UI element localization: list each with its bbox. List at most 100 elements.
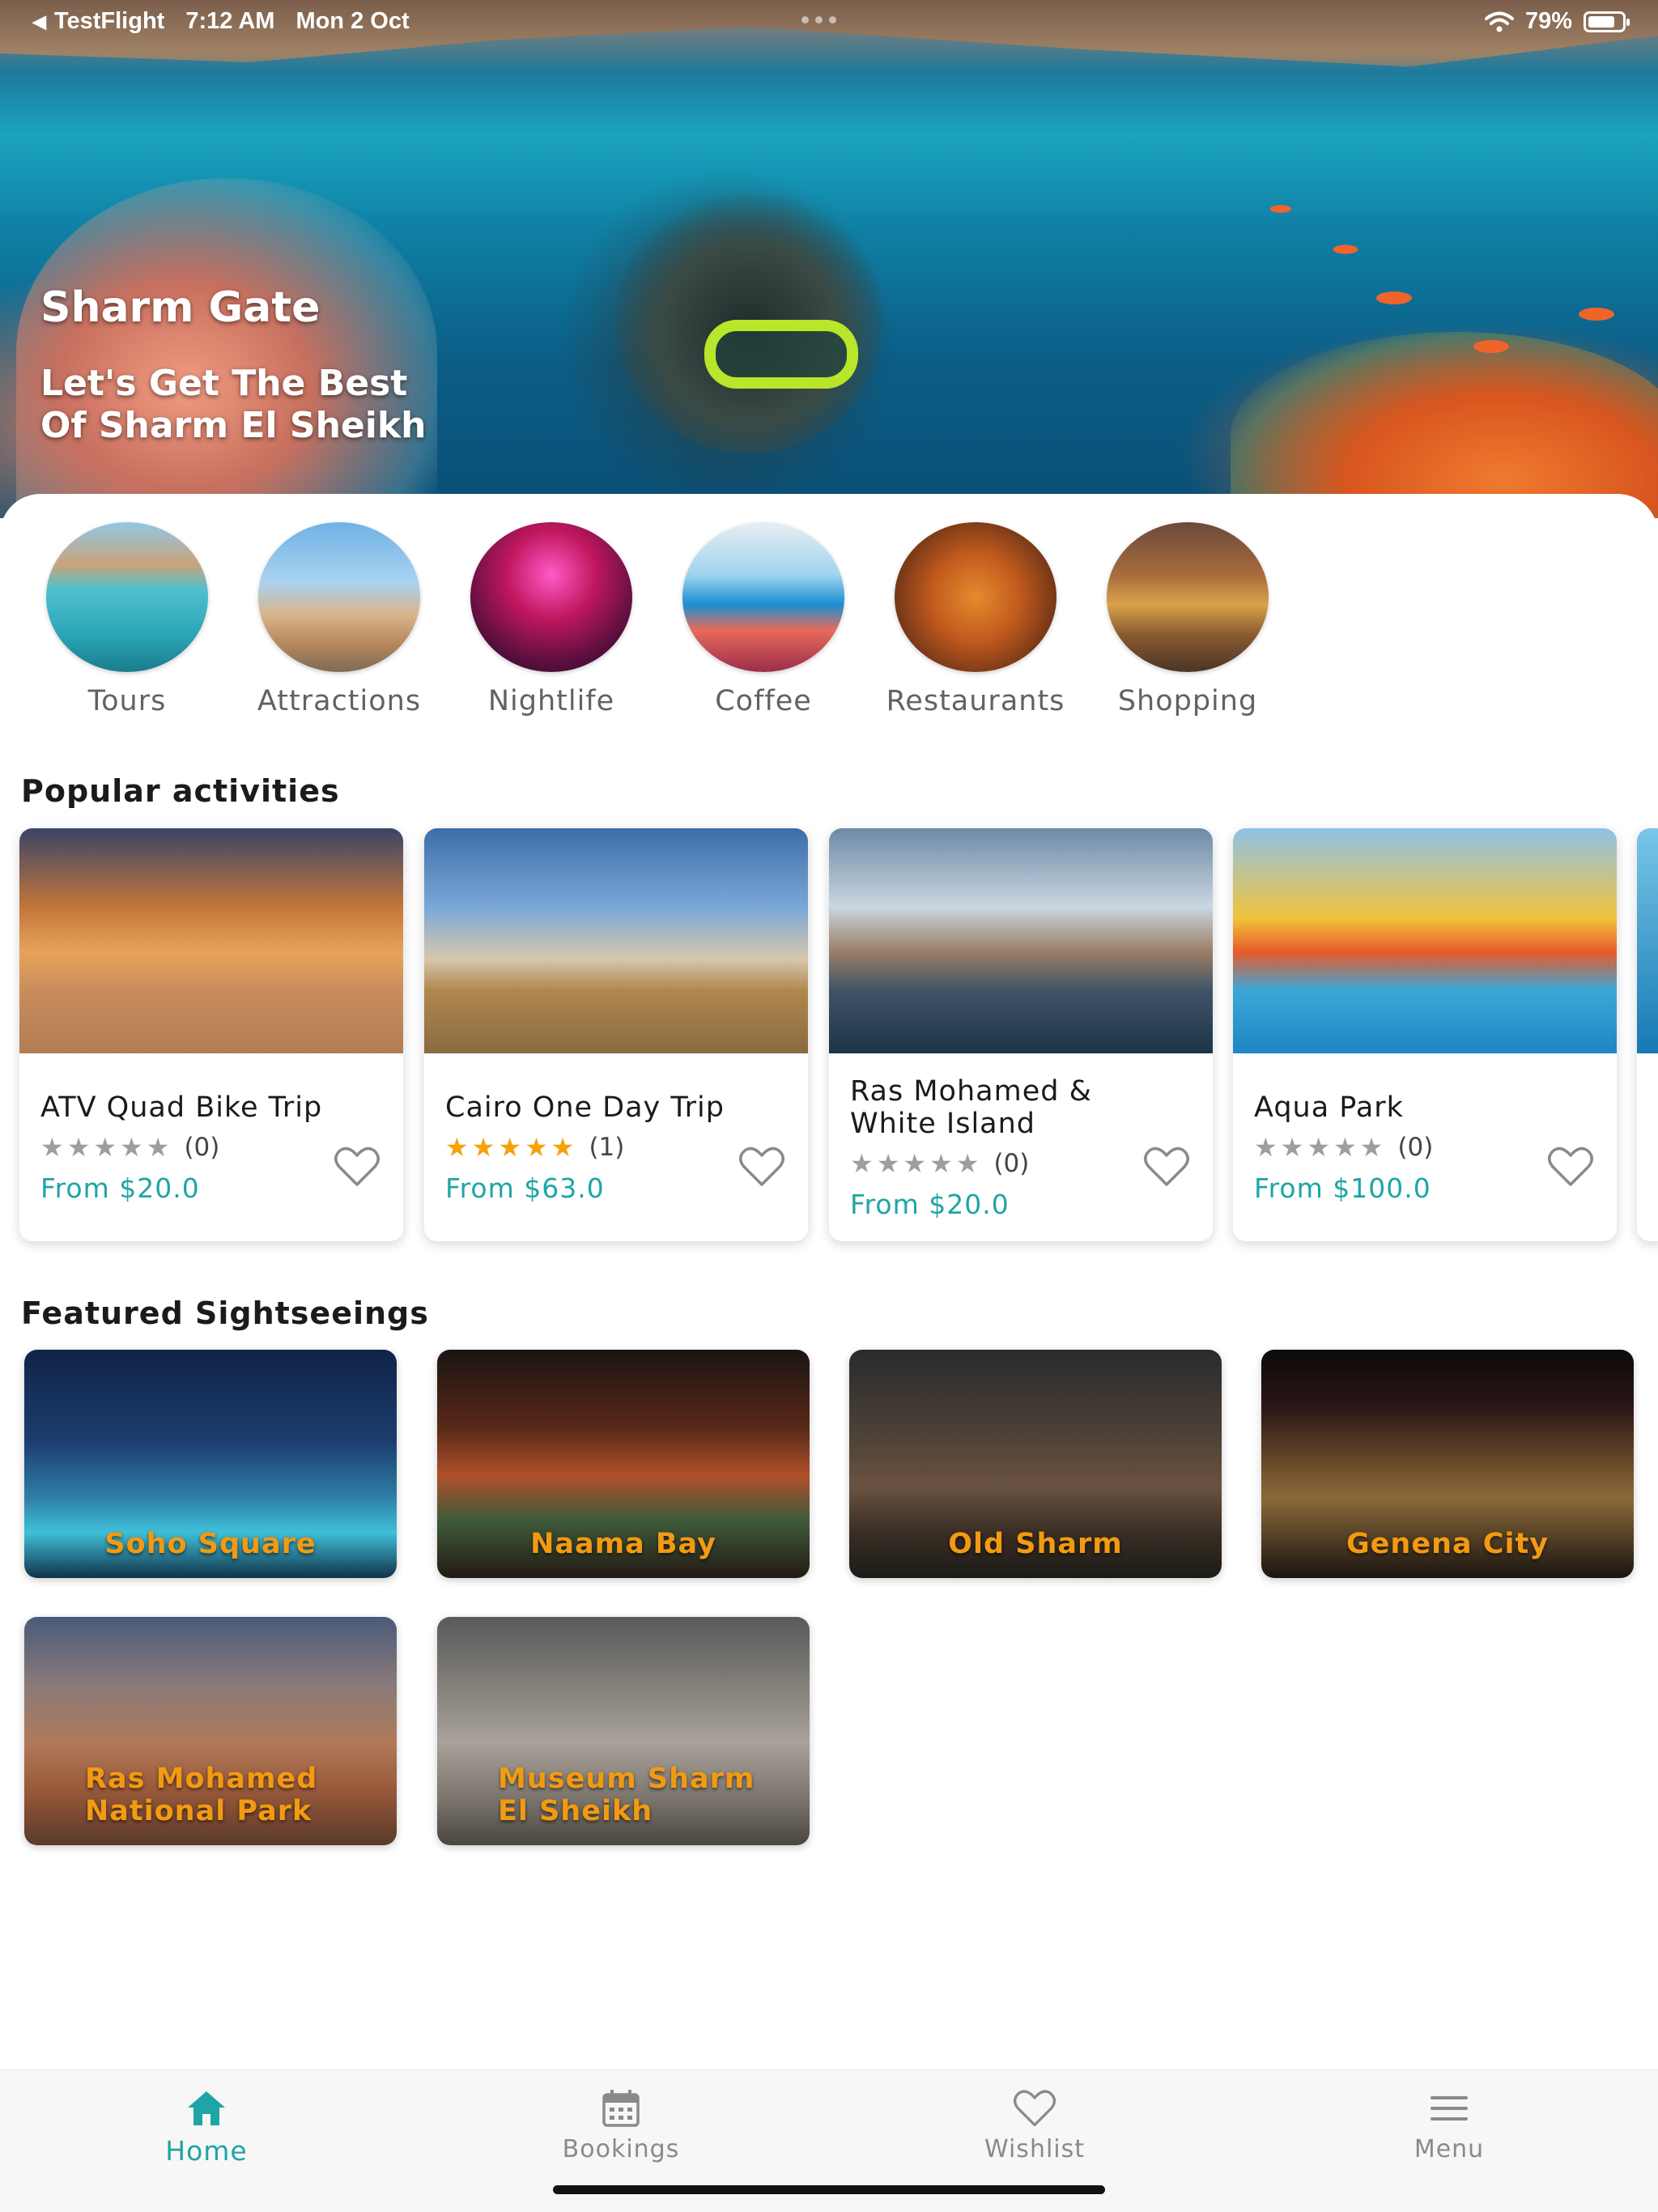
category-label: Nightlife xyxy=(487,685,615,717)
tours-image xyxy=(46,522,208,672)
category-label: Coffee xyxy=(715,685,812,717)
heart-icon[interactable] xyxy=(334,1146,380,1188)
star-icon: ★ xyxy=(1254,1131,1281,1163)
status-time: 7:12 AM xyxy=(185,8,275,34)
heart-icon[interactable] xyxy=(738,1146,785,1188)
star-icon: ★ xyxy=(498,1131,525,1163)
home-indicator[interactable] xyxy=(553,2185,1105,2194)
wifi-icon xyxy=(1484,11,1514,32)
activity-card[interactable]: Aqua Park ★★★★★ (0) From $100.0 xyxy=(1233,828,1617,1241)
star-icon: ★ xyxy=(903,1147,930,1179)
category-nightlife[interactable]: Nightlife xyxy=(445,522,657,717)
category-attractions[interactable]: Attractions xyxy=(233,522,445,717)
activity-image xyxy=(19,828,403,1053)
activity-card-peek[interactable] xyxy=(1637,828,1658,1241)
nightlife-image xyxy=(470,522,632,672)
star-icon: ★ xyxy=(146,1131,173,1163)
star-icon: ★ xyxy=(929,1147,956,1179)
activity-card[interactable]: ATV Quad Bike Trip ★★★★★ (0) From $20.0 xyxy=(19,828,403,1241)
multitasking-dots[interactable] xyxy=(801,16,836,23)
star-icon: ★ xyxy=(876,1147,903,1179)
activity-card[interactable]: Cairo One Day Trip ★★★★★ (1) From $63.0 xyxy=(424,828,808,1241)
category-shopping[interactable]: Shopping xyxy=(1082,522,1294,717)
hero-fish xyxy=(1473,340,1509,353)
category-label: Restaurants xyxy=(886,685,1065,717)
tab-wishlist[interactable]: Wishlist xyxy=(929,2088,1140,2163)
back-app-label[interactable]: TestFlight xyxy=(54,8,164,35)
star-rating-icon: ★★★★★ xyxy=(445,1132,577,1163)
activity-card[interactable]: Ras Mohamed & White Island ★★★★★ (0) Fro… xyxy=(829,828,1213,1241)
category-tours[interactable]: Tours xyxy=(21,522,233,717)
activity-title: Ras Mohamed & White Island xyxy=(850,1074,1092,1140)
activity-image xyxy=(424,828,808,1053)
shopping-image xyxy=(1107,522,1269,672)
sightseeing-card[interactable]: Naama Bay xyxy=(437,1350,810,1578)
home-icon xyxy=(188,2091,225,2125)
activity-rating: ★★★★★ (0) xyxy=(1254,1132,1545,1163)
category-row: Tours Attractions Nightlife Coffee Resta… xyxy=(0,522,1658,725)
star-icon: ★ xyxy=(93,1131,121,1163)
tab-label: Home xyxy=(165,2135,248,2167)
tab-menu[interactable]: Menu xyxy=(1344,2088,1554,2163)
attractions-image xyxy=(258,522,420,672)
calendar-icon xyxy=(602,2090,640,2127)
star-icon: ★ xyxy=(1280,1131,1307,1163)
review-count: (1) xyxy=(589,1132,625,1162)
back-arrow-icon[interactable]: ◀ xyxy=(32,11,46,32)
heart-icon xyxy=(1013,2090,1056,2127)
star-icon: ★ xyxy=(955,1147,983,1179)
activity-price: From $100.0 xyxy=(1254,1172,1431,1204)
hero-banner: Sharm Gate Let's Get The Best Of Sharm E… xyxy=(0,0,1658,518)
activity-title: Cairo One Day Trip xyxy=(445,1091,725,1124)
star-icon: ★ xyxy=(120,1131,147,1163)
tab-label: Menu xyxy=(1414,2135,1485,2163)
battery-percent: 79% xyxy=(1524,8,1572,34)
star-icon: ★ xyxy=(1307,1131,1334,1163)
sightseeing-card[interactable]: Ras Mohamed National Park xyxy=(24,1617,397,1845)
sightseeing-card[interactable]: Old Sharm xyxy=(849,1350,1222,1578)
star-icon: ★ xyxy=(525,1131,551,1163)
sightseeing-label: Ras Mohamed National Park xyxy=(85,1763,318,1827)
review-count: (0) xyxy=(184,1132,220,1162)
sightseeing-label: Genena City xyxy=(1346,1528,1550,1560)
activity-image xyxy=(829,828,1213,1053)
activity-price: From $20.0 xyxy=(40,1172,200,1204)
activity-title: Aqua Park xyxy=(1254,1091,1404,1124)
sightseeing-card[interactable]: Genena City xyxy=(1261,1350,1634,1578)
category-coffee[interactable]: Coffee xyxy=(657,522,869,717)
activity-rating: ★★★★★ (0) xyxy=(850,1148,1141,1179)
star-icon: ★ xyxy=(551,1131,578,1163)
sightseeing-card[interactable]: Museum Sharm El Sheikh xyxy=(437,1617,810,1845)
review-count: (0) xyxy=(1397,1132,1434,1162)
sightseeing-card[interactable]: Soho Square xyxy=(24,1350,397,1578)
menu-icon xyxy=(1431,2096,1468,2121)
sightseeing-label: Museum Sharm El Sheikh xyxy=(498,1763,755,1827)
tab-home[interactable]: Home xyxy=(101,2088,312,2167)
sightseeing-label: Old Sharm xyxy=(948,1528,1123,1560)
featured-sightseeings-title: Featured Sightseeings xyxy=(21,1295,429,1331)
activity-rating: ★★★★★ (0) xyxy=(40,1132,332,1163)
popular-activities-title: Popular activities xyxy=(21,773,340,809)
hero-diving-mask xyxy=(704,320,858,389)
sightseeing-label: Soho Square xyxy=(104,1528,317,1560)
category-label: Shopping xyxy=(1117,685,1258,717)
tab-label: Wishlist xyxy=(984,2135,1086,2163)
activity-title: ATV Quad Bike Trip xyxy=(40,1091,323,1124)
activity-rating: ★★★★★ (1) xyxy=(445,1132,737,1163)
heart-icon[interactable] xyxy=(1143,1146,1190,1188)
category-label: Tours xyxy=(87,685,167,717)
category-restaurants[interactable]: Restaurants xyxy=(869,522,1082,717)
tab-bookings[interactable]: Bookings xyxy=(516,2088,726,2163)
hero-fish xyxy=(1333,245,1358,254)
star-icon: ★ xyxy=(471,1131,499,1163)
hero-fish xyxy=(1376,291,1412,304)
star-icon: ★ xyxy=(445,1131,472,1163)
tab-label: Bookings xyxy=(562,2135,680,2163)
heart-icon[interactable] xyxy=(1547,1146,1594,1188)
activity-image xyxy=(1233,828,1617,1053)
category-label: Attractions xyxy=(257,685,422,717)
star-icon: ★ xyxy=(850,1147,877,1179)
hero-coral-right xyxy=(1231,332,1658,518)
hero-subtitle: Let's Get The Best Of Sharm El Sheikh xyxy=(40,363,427,446)
restaurants-image xyxy=(895,522,1056,672)
